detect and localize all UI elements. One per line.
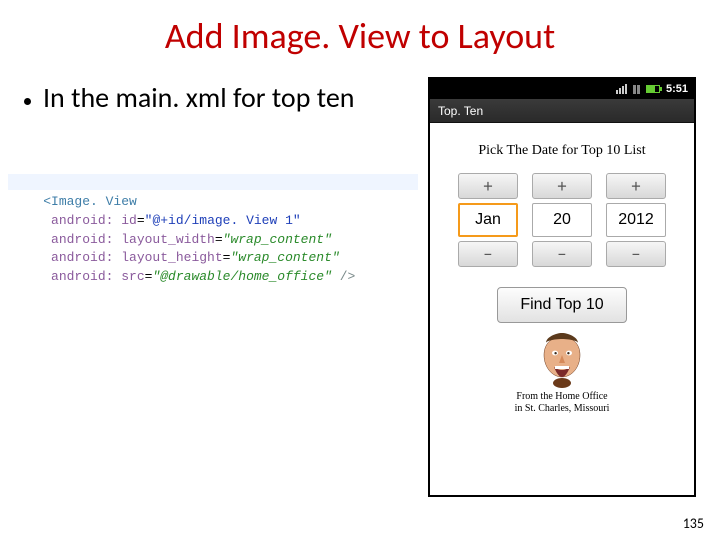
home-office-line1: From the Home Office (516, 391, 607, 402)
year-plus-button[interactable]: + (606, 173, 666, 199)
app-screen: Pick The Date for Top 10 List + Jan − + … (430, 123, 694, 421)
home-office-line2: in St. Charles, Missouri (515, 403, 610, 414)
day-value[interactable]: 20 (532, 203, 592, 237)
data-icon (633, 85, 640, 94)
code-attr-val-0: "@+id/image. View 1" (145, 213, 301, 228)
signal-icon (616, 84, 627, 94)
find-top-10-button[interactable]: Find Top 10 (497, 287, 627, 323)
code-attr-name-3: android: src (51, 269, 145, 284)
page-number: 135 (683, 515, 704, 532)
code-attr-name-2: android: layout_height (51, 250, 223, 265)
code-attr-name-0: android: id (51, 213, 137, 228)
code-attr-name-1: android: layout_width (51, 232, 215, 247)
status-clock: 5:51 (666, 83, 688, 95)
picker-month-column: + Jan − (458, 173, 518, 267)
bullet-dot-icon (24, 98, 31, 105)
bullet-list: In the main. xml for top ten (24, 82, 394, 114)
xml-code-snippet: <Image. View android: id="@+id/image. Vi… (12, 174, 422, 287)
home-office-caption: From the Home Office in St. Charles, Mis… (515, 391, 610, 415)
month-minus-button[interactable]: − (458, 241, 518, 267)
picker-day-column: + 20 − (532, 173, 592, 267)
code-attr-val-1: "wrap_content" (223, 232, 332, 247)
app-title-bar: Top. Ten (430, 99, 694, 123)
code-highlight (8, 174, 418, 190)
year-minus-button[interactable]: − (606, 241, 666, 267)
battery-icon (646, 85, 660, 93)
day-minus-button[interactable]: − (532, 241, 592, 267)
month-plus-button[interactable]: + (458, 173, 518, 199)
code-tag-close: /> (332, 269, 355, 284)
code-attr-val-2: "wrap_content" (230, 250, 339, 265)
code-tag-open: <Image. View (43, 194, 137, 209)
android-screenshot: 5:51 Top. Ten Pick The Date for Top 10 L… (428, 77, 696, 497)
caricature-face-icon (532, 333, 592, 389)
code-attr-val-3: "@drawable/home_office" (152, 269, 331, 284)
slide-title: Add Image. View to Layout (0, 14, 720, 58)
status-bar: 5:51 (430, 79, 694, 99)
bullet-text: In the main. xml for top ten (43, 82, 354, 114)
picker-year-column: + 2012 − (606, 173, 666, 267)
date-picker: + Jan − + 20 − + 2012 − (438, 173, 686, 267)
year-value[interactable]: 2012 (606, 203, 666, 237)
day-plus-button[interactable]: + (532, 173, 592, 199)
month-value[interactable]: Jan (458, 203, 518, 237)
app-title: Top. Ten (438, 104, 483, 118)
prompt-label: Pick The Date for Top 10 List (438, 143, 686, 159)
home-office-imageview: From the Home Office in St. Charles, Mis… (438, 333, 686, 415)
